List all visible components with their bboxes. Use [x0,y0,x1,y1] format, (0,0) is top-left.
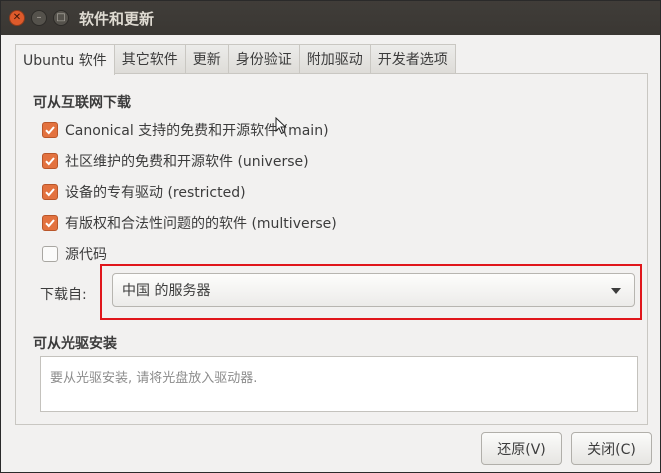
cdrom-message-box: 要从光驱安装, 请将光盘放入驱动器. [40,356,638,412]
tab-bar: Ubuntu 软件 其它软件 更新 身份验证 附加驱动 开发者选项 [15,44,456,75]
option-universe[interactable]: 社区维护的免费和开源软件 (universe) [42,151,309,171]
download-from-label: 下载自: [40,287,87,303]
option-source-code[interactable]: 源代码 [42,244,107,264]
software-updates-window: ✕ – □ 软件和更新 Ubuntu 软件 其它软件 更新 身份验证 附加驱动 … [0,0,661,473]
download-server-value: 中国 的服务器 [122,283,211,299]
tab-additional-drivers[interactable]: 附加驱动 [298,44,371,73]
close-button[interactable]: 关闭(C) [571,432,652,465]
revert-button[interactable]: 还原(V) [481,432,562,465]
checkbox-checked-icon[interactable] [42,215,58,231]
cdrom-section-title: 可从光驱安装 [33,336,117,352]
tab-other-software[interactable]: 其它软件 [113,44,186,73]
window-title: 软件和更新 [79,10,155,28]
dropdown-arrow-icon [611,288,621,294]
window-maximize-icon[interactable]: □ [53,10,69,26]
option-restricted[interactable]: 设备的专有驱动 (restricted) [42,182,246,202]
option-source-code-label: 源代码 [65,247,107,263]
checkbox-checked-icon[interactable] [42,184,58,200]
tab-authentication[interactable]: 身份验证 [227,44,300,73]
option-multiverse-label: 有版权和合法性问题的的软件 (multiverse) [65,216,337,232]
mouse-pointer-icon [275,117,287,135]
option-restricted-label: 设备的专有驱动 (restricted) [65,185,246,201]
checkbox-unchecked-icon[interactable] [42,246,58,262]
option-main-label: Canonical 支持的免费和开源软件 (main) [65,123,329,139]
checkbox-checked-icon[interactable] [42,122,58,138]
download-server-select[interactable]: 中国 的服务器 [112,273,635,307]
checkbox-checked-icon[interactable] [42,153,58,169]
window-minimize-icon[interactable]: – [31,10,47,26]
ubuntu-software-panel: 可从互联网下载 Canonical 支持的免费和开源软件 (main) 社区维护… [15,73,648,425]
internet-section-title: 可从互联网下载 [33,95,131,111]
tab-ubuntu-software[interactable]: Ubuntu 软件 [15,44,115,75]
title-bar: ✕ – □ 软件和更新 [1,1,660,35]
window-close-icon[interactable]: ✕ [9,10,25,26]
option-multiverse[interactable]: 有版权和合法性问题的的软件 (multiverse) [42,213,337,233]
option-universe-label: 社区维护的免费和开源软件 (universe) [65,154,309,170]
tab-developer-options[interactable]: 开发者选项 [369,44,456,73]
tab-updates[interactable]: 更新 [184,44,229,73]
